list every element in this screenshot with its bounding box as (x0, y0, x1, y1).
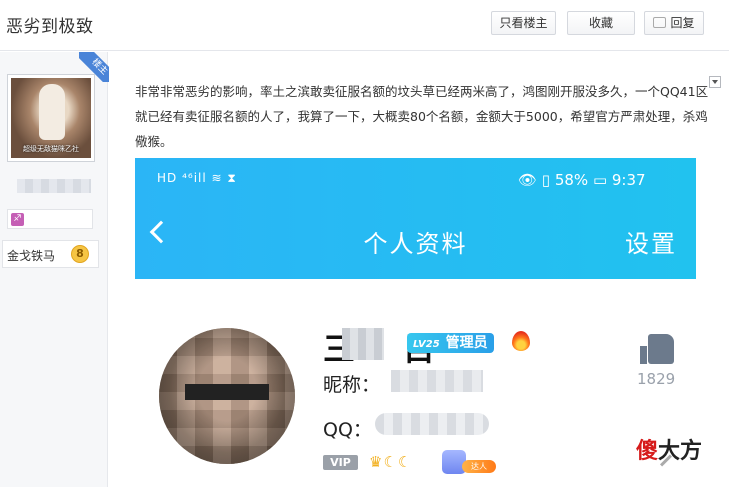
post-menu-dropdown[interactable] (709, 76, 721, 88)
status-bar-left: HD ⁴⁶ill ≋ ⧗ (157, 171, 237, 185)
thumb-body (648, 334, 674, 364)
profile-avatar-pixelated (159, 328, 295, 464)
cat-figure (39, 84, 65, 140)
qq-blur (375, 413, 489, 435)
only-author-button[interactable]: 只看楼主 (491, 11, 556, 35)
author-panel: 超级无敌猫咪乙社 楼主 ♐ 金戈铁马 8 (0, 52, 109, 487)
level-name: 金戈铁马 (7, 249, 56, 263)
watermark: 傻大方 (636, 433, 702, 465)
settings-label: 设置 (625, 230, 677, 258)
qq-label: QQ： (323, 419, 372, 441)
embedded-screenshot: HD ⁴⁶ill ≋ ⧗ 👁 ▯ 58% ▭ 9:37 个人资料 设置 三目 L… (135, 158, 696, 487)
reply-label: 回复 (670, 16, 695, 30)
flame-icon (512, 331, 530, 351)
collect-button[interactable]: 收藏 (567, 11, 635, 35)
reply-button[interactable]: 回复 (644, 11, 704, 35)
op-badge-label: 楼主 (79, 52, 109, 82)
sagittarius-icon: ♐ (11, 213, 24, 226)
talent-label: 达人 (462, 460, 496, 473)
name-blur (342, 328, 384, 360)
like-count: 1829 (637, 370, 676, 388)
nickname-label: 昵称： (323, 374, 381, 396)
vip-badge: VIP (323, 455, 358, 470)
thread-header: 恶劣到极致 只看楼主 收藏 回复 (0, 0, 729, 51)
thumb-cuff (640, 346, 647, 364)
comment-icon (653, 17, 667, 28)
level-tag: LV25 (413, 339, 440, 350)
app-header-bar: HD ⁴⁶ill ≋ ⧗ 👁 ▯ 58% ▭ 9:37 个人资料 设置 (135, 158, 696, 279)
op-ribbon: 楼主 (79, 52, 109, 82)
level-number-badge: 8 (71, 245, 89, 263)
level-role-badge: LV25 管理员 (407, 333, 494, 353)
avatar-caption: 超级无敌猫咪乙社 (23, 145, 79, 153)
thread-title: 恶劣到极致 (6, 17, 94, 37)
constellation-tag: ♐ (7, 209, 93, 229)
author-level[interactable]: 金戈铁马 8 (2, 240, 99, 268)
role-label: 管理员 (445, 335, 488, 351)
status-bar-right: 👁 ▯ 58% ▭ 9:37 (518, 171, 646, 189)
nickname-blur (391, 370, 483, 392)
author-avatar[interactable]: 超级无敌猫咪乙社 (7, 74, 95, 162)
crown-moon-icons: ♛☾☾ (369, 453, 413, 471)
eye-censor-bar (185, 384, 269, 400)
watermark-red-char: 傻 (636, 439, 659, 464)
author-name-blurred[interactable] (17, 179, 91, 193)
post-body: 非常非常恶劣的影响，率土之滨敢卖征服名额的坟头草已经两米高了，鸿图刚开服没多久，… (135, 84, 709, 149)
profile-title: 个人资料 (363, 230, 468, 258)
talent-badge: 达人 (440, 450, 496, 474)
avatar-image: 超级无敌猫咪乙社 (11, 78, 91, 158)
thumbs-up-icon (640, 334, 674, 366)
